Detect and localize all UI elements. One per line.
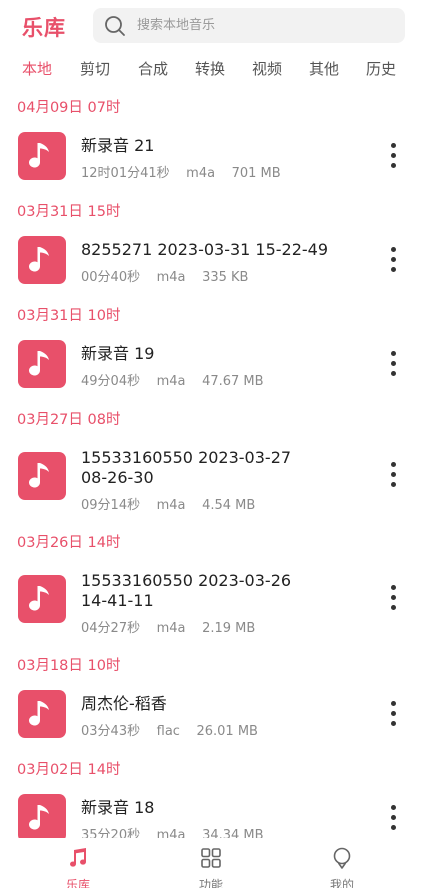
group-date: 03月27日 08时 (17, 412, 121, 428)
nav-label: 我的 (329, 878, 354, 888)
more-options-icon[interactable] (382, 458, 406, 492)
item-meta: 09分14秒 m4a 4.54 MB (81, 494, 255, 513)
item-title: 8255271 2023-03-31 15-22-49 (81, 240, 329, 259)
group-date: 03月31日 10时 (17, 308, 121, 324)
music-note-icon (29, 247, 49, 272)
grid-icon (201, 848, 221, 868)
audio-thumbnail (18, 575, 66, 623)
music-note-icon (29, 586, 49, 611)
item-format: m4a (156, 828, 186, 838)
audio-thumbnail (18, 452, 66, 500)
tab-convert[interactable]: 转换 (195, 58, 225, 79)
nav-label: 功能 (198, 878, 223, 888)
nav-label: 乐库 (65, 878, 90, 888)
item-size: 2.19 MB (202, 621, 256, 636)
tab-cut[interactable]: 剪切 (80, 58, 110, 79)
item-duration: 00分40秒 (81, 270, 141, 285)
music-note-icon (29, 805, 49, 830)
item-title: 15533160550 2023-03-27 08-26-30 (81, 448, 292, 487)
audio-thumbnail (18, 690, 66, 738)
audio-thumbnail (18, 132, 66, 180)
group-date: 03月18日 10时 (17, 658, 121, 674)
group-date: 03月31日 15时 (17, 204, 121, 220)
tab-local[interactable]: 本地 (22, 58, 52, 79)
item-format: m4a (156, 374, 186, 389)
item-title: 15533160550 2023-03-26 14-41-11 (81, 571, 292, 610)
item-meta: 00分40秒 m4a 335 KB (81, 266, 248, 285)
item-size: 701 MB (231, 166, 281, 181)
tab-other[interactable]: 其他 (309, 58, 339, 79)
item-size: 4.54 MB (202, 498, 256, 513)
item-meta: 12时01分41秒 m4a 701 MB (81, 162, 281, 181)
header: 乐库 (0, 0, 423, 52)
more-options-icon[interactable] (382, 581, 406, 615)
item-duration: 12时01分41秒 (81, 166, 170, 181)
search-input[interactable] (137, 8, 392, 43)
item-format: m4a (156, 498, 186, 513)
nav-functions[interactable]: 功能 (171, 838, 251, 888)
app-title: 乐库 (22, 16, 66, 40)
bottom-navigation: 乐库 功能 我的 (0, 838, 423, 888)
item-meta: 04分27秒 m4a 2.19 MB (81, 617, 255, 636)
item-format: m4a (186, 166, 216, 181)
item-meta: 49分04秒 m4a 47.67 MB (81, 370, 264, 389)
more-options-icon[interactable] (382, 139, 406, 173)
tab-video[interactable]: 视频 (252, 58, 282, 79)
nav-profile[interactable]: 我的 (302, 838, 382, 888)
music-note-icon (29, 701, 49, 726)
item-size: 34.34 MB (202, 828, 264, 838)
group-date: 04月09日 07时 (17, 100, 121, 116)
more-options-icon[interactable] (382, 801, 406, 835)
music-note-icon (29, 143, 49, 168)
item-size: 47.67 MB (202, 374, 264, 389)
item-duration: 04分27秒 (81, 621, 141, 636)
item-duration: 03分43秒 (81, 724, 141, 739)
category-tabs: 本地 剪切 合成 转换 视频 其他 历史 (0, 58, 423, 86)
music-note-icon (70, 848, 87, 867)
music-note-icon (29, 463, 49, 488)
item-title: 周杰伦-稻香 (81, 694, 167, 713)
item-title: 新录音 19 (81, 344, 155, 363)
tab-history[interactable]: 历史 (366, 58, 396, 79)
item-size: 335 KB (202, 270, 249, 285)
item-duration: 09分14秒 (81, 498, 141, 513)
item-title: 新录音 21 (81, 136, 155, 155)
music-library-screen: 乐库 本地 剪切 合成 转换 视频 其他 历史 04月09日 07时 新录音 2… (0, 0, 423, 888)
nav-library[interactable]: 乐库 (38, 838, 118, 888)
audio-thumbnail (18, 236, 66, 284)
group-date: 03月26日 14时 (17, 535, 121, 551)
profile-icon (333, 847, 351, 869)
item-format: m4a (156, 270, 186, 285)
recordings-list[interactable]: 04月09日 07时 新录音 21 12时01分41秒 m4a 701 MB 0… (0, 92, 423, 838)
group-date: 03月02日 14时 (17, 762, 121, 778)
item-format: m4a (156, 621, 186, 636)
item-duration: 35分20秒 (81, 828, 141, 838)
item-format: flac (156, 724, 180, 739)
item-meta: 03分43秒 flac 26.01 MB (81, 720, 258, 739)
more-options-icon[interactable] (382, 697, 406, 731)
search-icon (105, 16, 125, 36)
item-meta: 35分20秒 m4a 34.34 MB (81, 824, 264, 838)
item-duration: 49分04秒 (81, 374, 141, 389)
audio-thumbnail (18, 340, 66, 388)
more-options-icon[interactable] (382, 347, 406, 381)
tab-merge[interactable]: 合成 (138, 58, 168, 79)
music-note-icon (29, 351, 49, 376)
audio-thumbnail (18, 794, 66, 838)
item-title: 新录音 18 (81, 798, 155, 817)
search-bar[interactable] (93, 8, 405, 43)
more-options-icon[interactable] (382, 243, 406, 277)
item-size: 26.01 MB (196, 724, 258, 739)
